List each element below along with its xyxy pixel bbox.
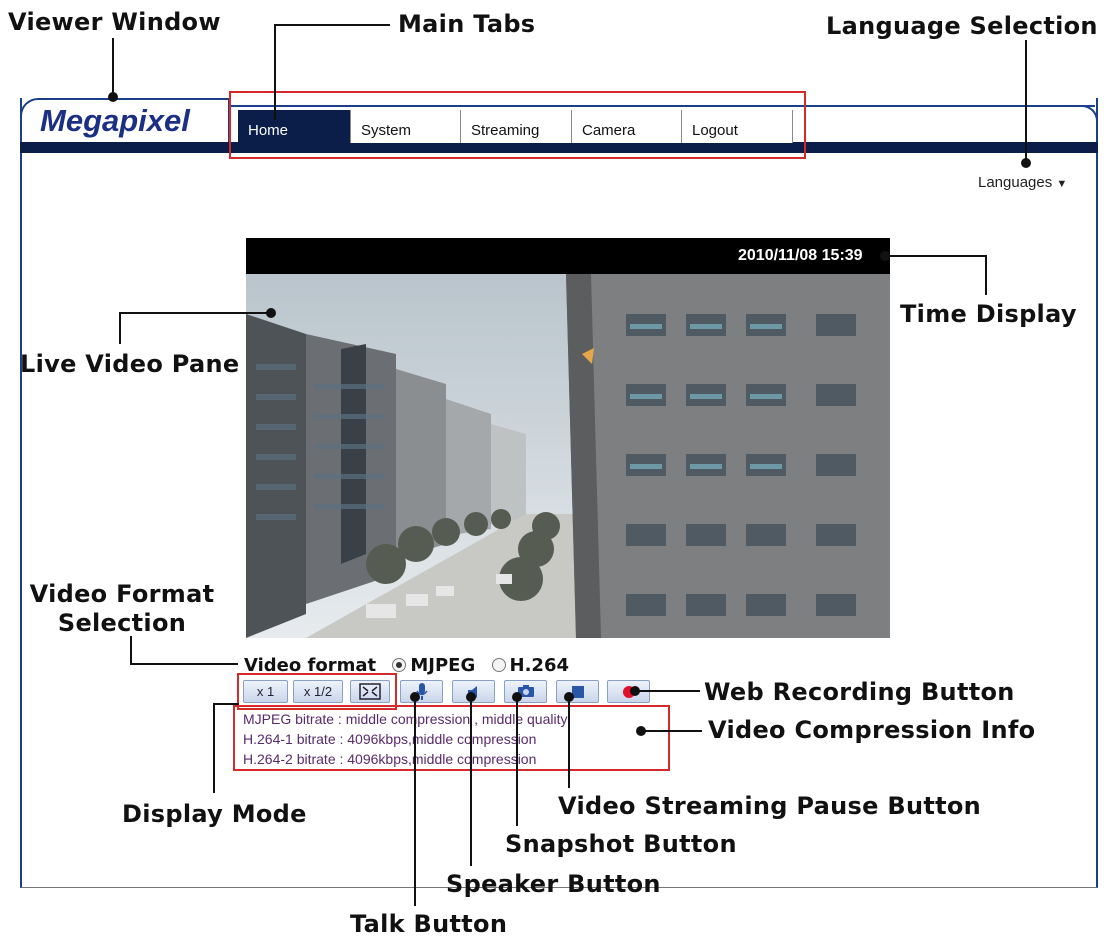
talk-button[interactable] (400, 680, 443, 703)
leader-format-h (130, 663, 238, 665)
leader-dot-pause (564, 692, 574, 702)
compression-info-highlight (233, 705, 670, 771)
leader-dot-time (880, 251, 890, 261)
leader-dot-snapshot (512, 692, 522, 702)
leader-main-tabs-v (274, 24, 276, 120)
leader-dot-speaker (466, 692, 476, 702)
callout-time-display: Time Display (900, 300, 1077, 328)
leader-record (634, 690, 700, 692)
leader-video-h (119, 312, 271, 314)
leader-format-v (130, 636, 132, 664)
leader-compression (640, 730, 702, 732)
callout-speaker-button: Speaker Button (446, 870, 661, 898)
logo: Megapixel (40, 103, 190, 138)
callout-video-compression-info: Video Compression Info (708, 716, 1036, 744)
leader-display-mode-v (213, 703, 215, 793)
leader-main-tabs-h (275, 24, 390, 26)
radio-h264-label: H.264 (509, 655, 570, 676)
callout-snapshot-button: Snapshot Button (505, 830, 737, 858)
callout-video-streaming-pause-button: Video Streaming Pause Button (558, 792, 982, 820)
timestamp: 2010/11/08 15:39 (738, 247, 863, 264)
callout-display-mode: Display Mode (122, 800, 307, 828)
main-tabs-highlight (229, 91, 806, 159)
leader-dot-record (630, 686, 640, 696)
callout-talk-button: Talk Button (350, 910, 508, 938)
leader-time-v (985, 255, 987, 295)
leader-viewer-window (112, 38, 114, 96)
callout-viewer-window: Viewer Window (8, 8, 221, 36)
callout-main-tabs: Main Tabs (398, 10, 536, 38)
triangle-down-icon: ▼ (1056, 178, 1068, 190)
leader-dot-talk (410, 692, 420, 702)
callout-language-selection: Language Selection (826, 12, 1098, 40)
leader-speaker (470, 696, 472, 866)
live-video-pane (246, 274, 890, 638)
leader-dot-compression (636, 726, 646, 736)
radio-mjpeg-label: MJPEG (410, 655, 476, 676)
leader-display-mode-h (213, 703, 239, 705)
leader-dot-viewer-window (108, 92, 118, 102)
callout-web-recording-button: Web Recording Button (704, 678, 1015, 706)
radio-mjpeg[interactable] (392, 657, 407, 672)
pause-button[interactable] (556, 680, 599, 703)
language-selector[interactable]: Languages ▼ (978, 174, 1067, 191)
leader-video-v (119, 312, 121, 344)
leader-dot-language (1021, 158, 1031, 168)
video-frame-image (246, 274, 890, 638)
leader-dot-video (266, 308, 276, 318)
snapshot-button[interactable] (504, 680, 547, 703)
language-label: Languages (978, 174, 1053, 191)
leader-language (1025, 40, 1027, 162)
leader-talk (414, 696, 416, 906)
radio-h264[interactable] (491, 657, 506, 672)
tab-bar-corner (1070, 105, 1098, 145)
callout-live-video-pane: Live Video Pane (20, 350, 240, 378)
leader-pause (568, 696, 570, 788)
leader-snapshot (516, 696, 518, 826)
leader-time-h (884, 255, 986, 257)
callout-video-format-selection: Video Format Selection (29, 580, 215, 637)
